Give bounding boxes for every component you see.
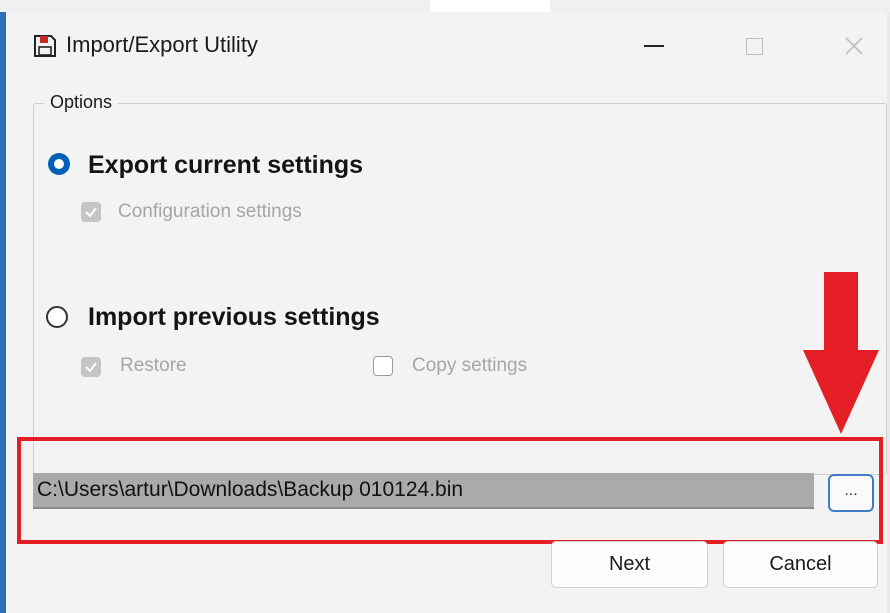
export-radio-label[interactable]: Export current settings: [88, 151, 363, 180]
minimize-button[interactable]: [624, 22, 684, 70]
configuration-settings-checkbox[interactable]: [81, 202, 101, 222]
export-radio[interactable]: [48, 153, 70, 175]
restore-label: Restore: [120, 355, 187, 376]
title-bar[interactable]: Import/Export Utility: [6, 12, 887, 80]
checkmark-icon: [85, 362, 97, 373]
browse-button[interactable]: ...: [828, 474, 874, 512]
import-radio[interactable]: [46, 306, 68, 328]
floppy-disk-icon: [34, 35, 56, 57]
window-title: Import/Export Utility: [66, 32, 258, 57]
copy-settings-checkbox[interactable]: [373, 356, 393, 376]
maximize-icon: [745, 37, 763, 55]
window-left-border: [0, 12, 6, 613]
next-button[interactable]: Next: [551, 541, 708, 588]
minimize-icon: [644, 45, 664, 47]
maximize-button[interactable]: [724, 22, 784, 70]
restore-checkbox[interactable]: [81, 357, 101, 377]
close-icon: [845, 37, 863, 55]
close-button[interactable]: [824, 22, 884, 70]
file-path-field[interactable]: C:\Users\artur\Downloads\Backup 010124.b…: [33, 473, 814, 509]
background-notch: [430, 0, 550, 12]
checkmark-icon: [85, 207, 97, 218]
configuration-settings-label: Configuration settings: [118, 201, 302, 222]
options-group-label: Options: [44, 92, 119, 113]
down-arrow-annotation-icon: [803, 272, 879, 434]
cancel-button[interactable]: Cancel: [723, 541, 878, 588]
import-radio-label[interactable]: Import previous settings: [88, 303, 380, 332]
copy-settings-label: Copy settings: [412, 355, 528, 376]
background-strip: [0, 0, 890, 12]
